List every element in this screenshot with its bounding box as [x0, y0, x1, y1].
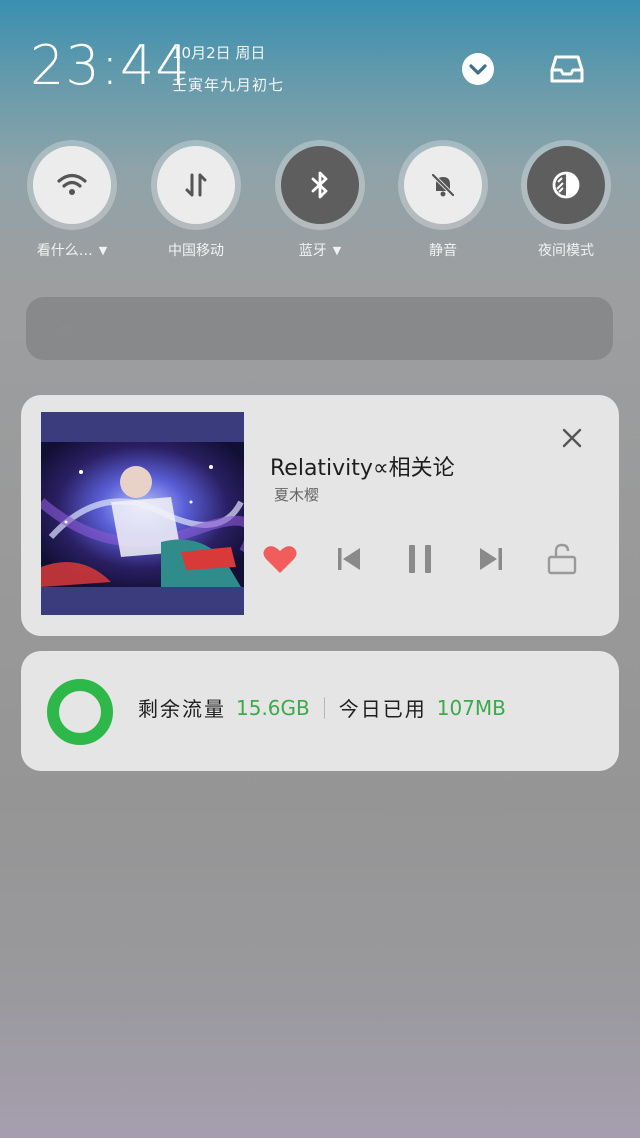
lock-button[interactable]: [540, 537, 584, 581]
night-mode-icon: [552, 171, 580, 199]
toggle-night-mode[interactable]: 夜间模式: [516, 140, 616, 260]
expand-button[interactable]: [456, 47, 500, 91]
toggle-wifi-disc[interactable]: [33, 146, 111, 224]
album-art: [41, 412, 244, 615]
dropdown-caret-icon[interactable]: ▼: [333, 244, 341, 257]
like-button[interactable]: [258, 537, 302, 581]
pause-button[interactable]: [398, 537, 442, 581]
lock-icon: [547, 543, 577, 575]
wifi-icon: [57, 173, 87, 195]
close-icon: [562, 428, 582, 448]
toggle-mobile-data[interactable]: 中国移动: [146, 140, 246, 260]
clock: 23:44: [30, 34, 191, 97]
notification-inbox-button[interactable]: [545, 47, 589, 91]
bell-mute-icon: [431, 173, 455, 197]
used-today-value: 107MB: [436, 695, 506, 720]
song-title: Relativity∝相关论: [270, 456, 455, 481]
music-notification[interactable]: Relativity∝相关论 夏木樱: [21, 395, 619, 636]
pause-icon: [409, 545, 431, 573]
data-usage-card[interactable]: 剩余流量 15.6GB 今日已用 107MB: [21, 651, 619, 771]
toggle-bluetooth[interactable]: 蓝牙 ▼: [270, 140, 370, 260]
dropdown-caret-icon[interactable]: ▼: [99, 244, 107, 257]
song-artist: 夏木樱: [274, 486, 320, 504]
date: 10月2日 周日: [172, 44, 266, 62]
toggle-mobile-data-label: 中国移动: [168, 243, 224, 259]
brightness-slider[interactable]: [26, 297, 613, 360]
toggle-wifi-label: 看什么…: [36, 243, 93, 259]
quick-toggles: 看什么… ▼ 中国移动 蓝牙 ▼ 静音 夜间模式: [0, 140, 640, 270]
remaining-data-label: 剩余流量: [138, 697, 226, 721]
mobile-data-icon: [185, 173, 207, 197]
sun-icon: [51, 314, 81, 344]
bluetooth-icon: [311, 171, 328, 199]
toggle-wifi[interactable]: 看什么… ▼: [22, 140, 122, 260]
next-icon: [480, 548, 502, 570]
toggle-night-mode-label: 夜间模式: [538, 243, 594, 259]
previous-icon: [338, 548, 360, 570]
chevron-down-icon: [462, 53, 494, 85]
close-music-button[interactable]: [556, 422, 588, 454]
toggle-mute[interactable]: 静音: [393, 140, 493, 260]
next-track-button[interactable]: [469, 537, 513, 581]
data-usage-ring: [47, 679, 113, 745]
album-cover-image: [41, 442, 244, 587]
heart-icon: [263, 546, 297, 573]
toggle-bluetooth-disc[interactable]: [281, 146, 359, 224]
data-usage-text: 剩余流量 15.6GB 今日已用 107MB: [138, 693, 506, 722]
lunar-date: 壬寅年九月初七: [172, 76, 285, 94]
used-today-label: 今日已用: [338, 697, 427, 721]
toggle-mute-disc[interactable]: [404, 146, 482, 224]
inbox-tray-icon: [550, 55, 584, 83]
toggle-mobile-data-disc[interactable]: [157, 146, 235, 224]
toggle-mute-label: 静音: [429, 243, 457, 259]
toggle-night-mode-disc[interactable]: [527, 146, 605, 224]
remaining-data-value: 15.6GB: [236, 695, 310, 720]
divider: [323, 696, 325, 719]
toggle-bluetooth-label: 蓝牙: [298, 243, 327, 259]
previous-track-button[interactable]: [327, 537, 371, 581]
status-header: 23:44 10月2日 周日 壬寅年九月初七: [0, 0, 640, 130]
